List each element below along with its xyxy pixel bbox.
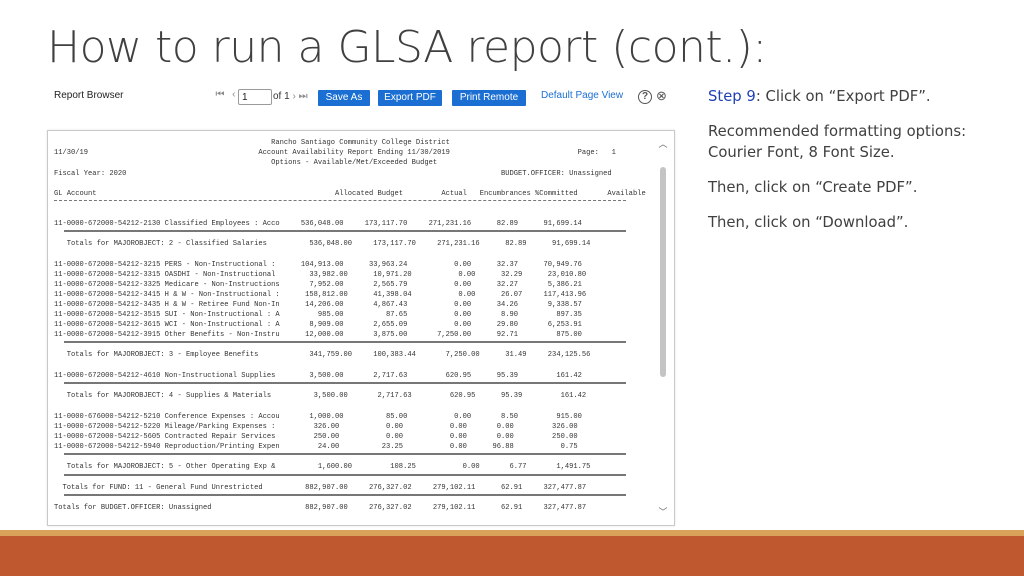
scrollbar-thumb[interactable] <box>660 167 666 377</box>
report-viewer: Rancho Santiago Community College Distri… <box>47 130 675 526</box>
report-line: 11-0000-672000-54212-5605 Contracted Rep… <box>54 433 578 441</box>
formatting-note: Recommended formatting options: Courier … <box>708 123 967 161</box>
footer-bar <box>0 536 1024 576</box>
divider <box>54 200 626 201</box>
step-9-text: : Click on “Export PDF”. <box>755 88 931 105</box>
report-total: Totals for MAJOROBJECT: 2 - Classified S… <box>54 240 591 248</box>
divider <box>64 382 626 384</box>
divider <box>64 494 626 496</box>
report-total: Totals for MAJOROBJECT: 3 - Employee Ben… <box>54 351 591 359</box>
save-as-button[interactable]: Save As <box>318 90 370 106</box>
report-line: 11-0000-672000-54212-3325 Medicare - Non… <box>54 281 582 289</box>
vertical-scrollbar[interactable]: ︿ ﹀ <box>658 139 668 519</box>
title-glsa: GLSA <box>337 22 453 73</box>
report-line: 11/30/19 Account Availability Report End… <box>54 149 616 157</box>
report-total: Totals for MAJOROBJECT: 4 - Supplies & M… <box>54 392 587 400</box>
pager: ⏮ ‹ <box>215 89 239 100</box>
report-total: Totals for FUND: 11 - General Fund Unres… <box>54 484 587 492</box>
chevron-down-icon[interactable]: ﹀ <box>658 507 668 517</box>
report-line: 11-0000-672000-54212-3415 H & W - Non-In… <box>54 291 587 299</box>
last-page-icon[interactable]: ⏭ <box>299 91 308 102</box>
title-suffix: report (cont.): <box>452 22 767 73</box>
report-line: 11-0000-672000-54212-3915 Other Benefits… <box>54 331 582 339</box>
report-header-row: GL Account Allocated Budget Actual Encum… <box>54 190 646 198</box>
first-page-icon[interactable]: ⏮ <box>215 89 225 100</box>
report-browser-screenshot: Report Browser ⏮ ‹ of 1 › ⏭ Save As Expo… <box>47 80 682 530</box>
divider <box>64 230 626 232</box>
report-total: Totals for BUDGET.OFFICER: Unassigned 88… <box>54 504 587 512</box>
report-line: 11-0000-672000-54212-3315 OASDHI - Non-I… <box>54 271 587 279</box>
default-page-view-link[interactable]: Default Page View <box>541 90 623 101</box>
download-note: Then, click on “Download”. <box>708 214 909 231</box>
report-line: 11-0000-672000-54212-3215 PERS - Non-Ins… <box>54 261 582 269</box>
report-line: 11-0000-672000-54212-5220 Mileage/Parkin… <box>54 423 578 431</box>
step-9: Step 9: Click on “Export PDF”. <box>708 86 1008 107</box>
help-icon[interactable]: ? <box>638 90 652 104</box>
report-browser-title: Report Browser <box>54 90 124 101</box>
divider <box>64 341 626 343</box>
create-pdf-note: Then, click on “Create PDF”. <box>708 179 918 196</box>
divider <box>64 474 626 476</box>
report-line: Rancho Santiago Community College Distri… <box>54 139 450 147</box>
report-line: Fiscal Year: 2020 BUDGET.OFFICER: Unassi… <box>54 170 612 178</box>
report-total: Totals for MAJOROBJECT: 5 - Other Operat… <box>54 463 591 471</box>
title-prefix: How to run a <box>47 22 338 73</box>
page-number-input[interactable] <box>238 89 272 105</box>
report-line: 11-0000-672000-54212-3515 SUI - Non-Inst… <box>54 311 582 319</box>
close-icon[interactable]: ⊗ <box>656 88 667 104</box>
divider <box>64 453 626 455</box>
report-content: Rancho Santiago Community College Distri… <box>54 137 654 522</box>
instructions: Step 9: Click on “Export PDF”. Recommend… <box>708 86 1008 247</box>
step-9-label: Step 9 <box>708 88 756 105</box>
report-line: 11-0000-672000-54212-2130 Classified Emp… <box>54 220 582 228</box>
report-line: 11-0000-676000-54212-5210 Conference Exp… <box>54 413 582 421</box>
print-remote-button[interactable]: Print Remote <box>452 90 526 106</box>
slide-title: How to run a GLSA report (cont.): <box>47 22 767 73</box>
next-page-icon[interactable]: › <box>292 91 295 102</box>
page-of-label: of 1 › ⏭ <box>273 91 308 102</box>
report-line: 11-0000-672000-54212-3435 H & W - Retire… <box>54 301 582 309</box>
report-toolbar: Report Browser ⏮ ‹ of 1 › ⏭ Save As Expo… <box>47 80 682 116</box>
report-line: 11-0000-672000-54212-5940 Reproduction/P… <box>54 443 578 451</box>
chevron-up-icon[interactable]: ︿ <box>658 139 668 149</box>
report-line: 11-0000-672000-54212-4610 Non-Instructio… <box>54 372 582 380</box>
report-line: 11-0000-672000-54212-3615 WCI - Non-Inst… <box>54 321 582 329</box>
report-line: Options - Available/Met/Exceeded Budget <box>54 159 438 167</box>
export-pdf-button[interactable]: Export PDF <box>378 90 442 106</box>
